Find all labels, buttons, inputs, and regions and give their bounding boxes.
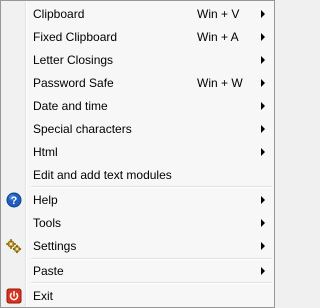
menu-item-label: Paste	[33, 264, 64, 278]
menu-item-edit-text-modules[interactable]: Edit and add text modules	[3, 164, 272, 186]
submenu-arrow-icon	[261, 56, 265, 64]
submenu-arrow-icon	[261, 79, 265, 87]
menu-item-tools[interactable]: Tools	[3, 212, 272, 234]
submenu-arrow-icon	[261, 102, 265, 110]
menu-item-label: Html	[33, 145, 58, 159]
menu-item-letter-closings[interactable]: Letter Closings	[3, 49, 272, 71]
menu-item-label: Exit	[33, 289, 54, 303]
submenu-arrow-icon	[261, 196, 265, 204]
menu-item-shortcut: Win + V	[197, 7, 240, 21]
menu-item-special-characters[interactable]: Special characters	[3, 118, 272, 140]
menu-separator	[31, 282, 272, 284]
help-icon: ?	[6, 192, 22, 208]
menu-item-label: Letter Closings	[33, 53, 114, 67]
submenu-arrow-icon	[261, 267, 265, 275]
context-menu: Clipboard Win + V Fixed Clipboard Win + …	[0, 0, 275, 308]
submenu-arrow-icon	[261, 33, 265, 41]
menu-item-exit[interactable]: Exit	[3, 285, 272, 307]
menu-item-clipboard[interactable]: Clipboard Win + V	[3, 3, 272, 25]
menu-item-html[interactable]: Html	[3, 141, 272, 163]
menu-item-label: Date and time	[33, 99, 108, 113]
svg-text:?: ?	[11, 195, 18, 207]
submenu-arrow-icon	[261, 10, 265, 18]
menu-item-settings[interactable]: Settings	[3, 235, 272, 257]
menu-item-label: Clipboard	[33, 7, 85, 21]
submenu-arrow-icon	[261, 219, 265, 227]
menu-item-label: Edit and add text modules	[33, 168, 172, 182]
menu-item-label: Tools	[33, 216, 62, 230]
submenu-arrow-icon	[261, 125, 265, 133]
menu-item-date-and-time[interactable]: Date and time	[3, 95, 272, 117]
menu-item-shortcut: Win + W	[197, 76, 243, 90]
settings-gears-icon	[6, 238, 22, 254]
menu-item-label: Settings	[33, 239, 77, 253]
menu-item-label: Special characters	[33, 122, 132, 136]
menu-item-fixed-clipboard[interactable]: Fixed Clipboard Win + A	[3, 26, 272, 48]
menu-item-label: Password Safe	[33, 76, 114, 90]
exit-power-icon	[6, 288, 22, 304]
menu-item-label: Help	[33, 193, 58, 207]
menu-item-help[interactable]: ? Help	[3, 189, 272, 211]
menu-item-label: Fixed Clipboard	[33, 30, 118, 44]
submenu-arrow-icon	[261, 242, 265, 250]
menu-item-paste[interactable]: Paste	[3, 260, 272, 282]
menu-item-password-safe[interactable]: Password Safe Win + W	[3, 72, 272, 94]
menu-item-shortcut: Win + A	[197, 30, 239, 44]
submenu-arrow-icon	[261, 148, 265, 156]
menu-separator	[31, 186, 272, 188]
